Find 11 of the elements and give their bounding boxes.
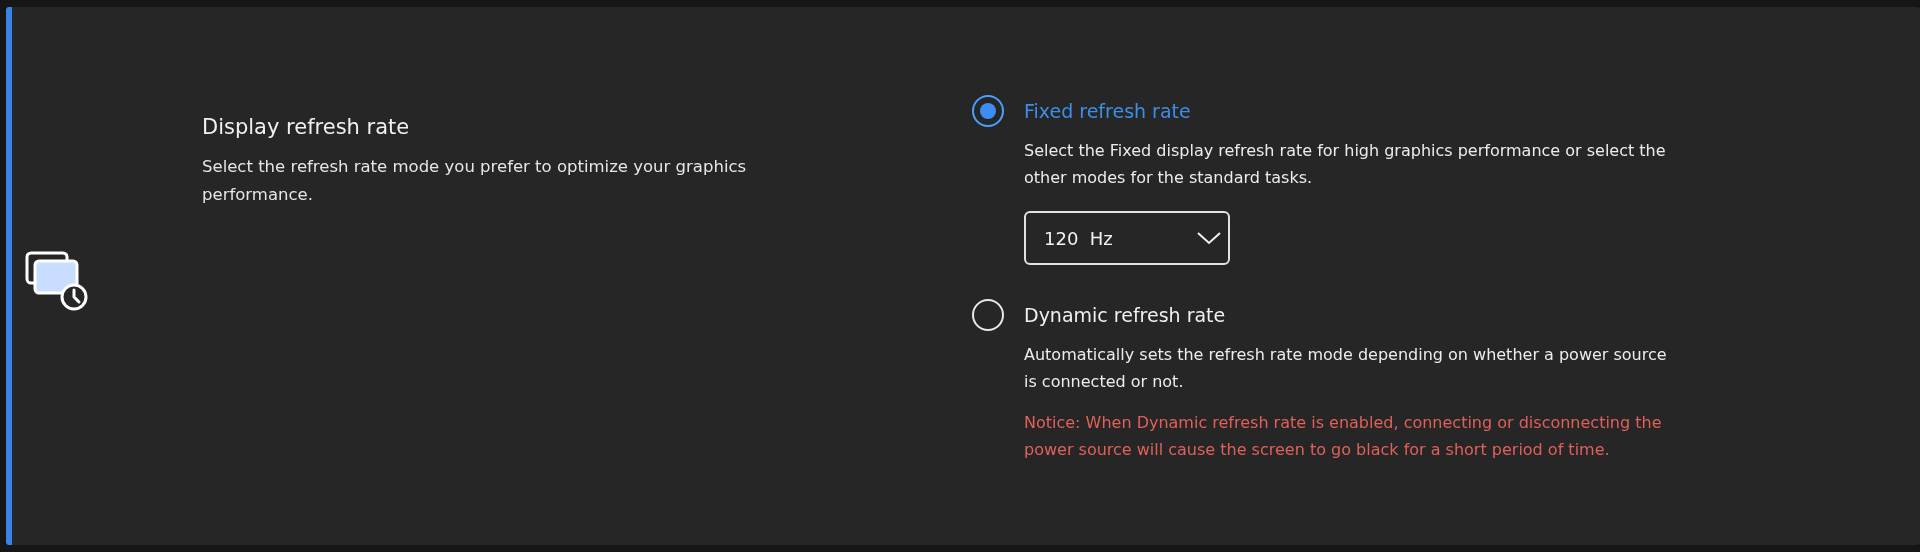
option-description: Automatically sets the refresh rate mode depending on whether a power source is connected or not. (1024, 344, 1668, 393)
option-description: Select the Fixed display refresh rate for high graphics performance or select the other modes for the standard tasks. (1024, 140, 1667, 189)
display-clock-icon (24, 250, 90, 312)
setting-description: Select the refresh rate mode you prefer to optimize your graphics performance. (202, 156, 748, 206)
refresh-rate-dropdown[interactable]: 120 Hz (1024, 211, 1230, 265)
setting-title: Display refresh rate (202, 115, 411, 139)
chevron-down-icon (1196, 230, 1222, 246)
option-label[interactable]: Dynamic refresh rate (1024, 304, 1226, 326)
option-label[interactable]: Fixed refresh rate (1024, 100, 1191, 122)
radio-button[interactable] (972, 95, 1004, 127)
notice-text: Notice: When Dynamic refresh rate is enabled, connecting or disconnecting the power source will cause the screen to go black for a short period of time. (1024, 412, 1663, 461)
